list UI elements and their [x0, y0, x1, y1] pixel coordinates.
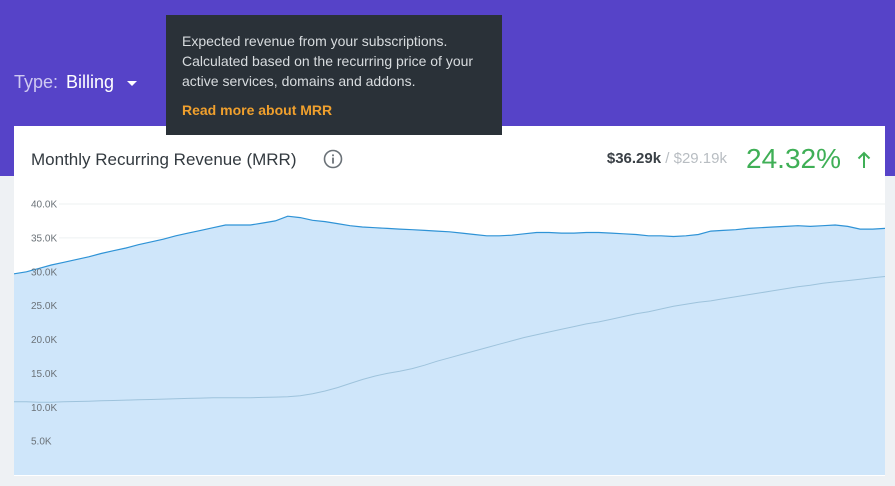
- read-more-link[interactable]: Read more about MRR: [182, 102, 486, 118]
- type-select[interactable]: Type: Billing: [14, 72, 138, 93]
- y-tick-label: 25.0K: [31, 301, 57, 312]
- y-tick-label: 5.0K: [31, 437, 52, 448]
- y-tick-label: 40.0K: [31, 200, 57, 211]
- card-title: Monthly Recurring Revenue (MRR): [31, 150, 297, 169]
- y-tick-label: 35.0K: [31, 233, 57, 244]
- area-layer: [14, 215, 885, 475]
- mrr-card: 5.0K 10.0K 15.0K 20.0K 25.0K 30.0K 35.0K 40.0K …: [14, 126, 885, 476]
- mrr-chart: 5.0K 10.0K 15.0K 20.0K 25.0K 30.0K 35.0K 40.0K: [14, 200, 885, 475]
- arrow-up-icon: [857, 151, 871, 168]
- mrr-area: [14, 216, 885, 475]
- revenue-totals: $36.29k / $29.19k: [607, 150, 727, 167]
- current-total: $36.29k: [606, 150, 662, 167]
- y-tick-label: 15.0K: [31, 369, 57, 380]
- type-label: Type:: [14, 72, 59, 92]
- chevron-down-icon: [127, 81, 138, 86]
- tooltip-text: Expected revenue from your subscriptions…: [182, 33, 474, 89]
- y-tick-label: 30.0K: [31, 267, 57, 278]
- change-percent: 24.32%: [746, 143, 841, 174]
- mrr-tooltip: Expected revenue from your subscriptions…: [166, 15, 502, 135]
- y-tick-label: 20.0K: [31, 335, 57, 346]
- previous-total: $29.19k: [673, 150, 727, 167]
- info-icon[interactable]: [323, 149, 343, 169]
- totals-separator: /: [665, 150, 670, 167]
- y-tick-label: 10.0K: [31, 403, 57, 414]
- type-value: Billing: [66, 72, 115, 92]
